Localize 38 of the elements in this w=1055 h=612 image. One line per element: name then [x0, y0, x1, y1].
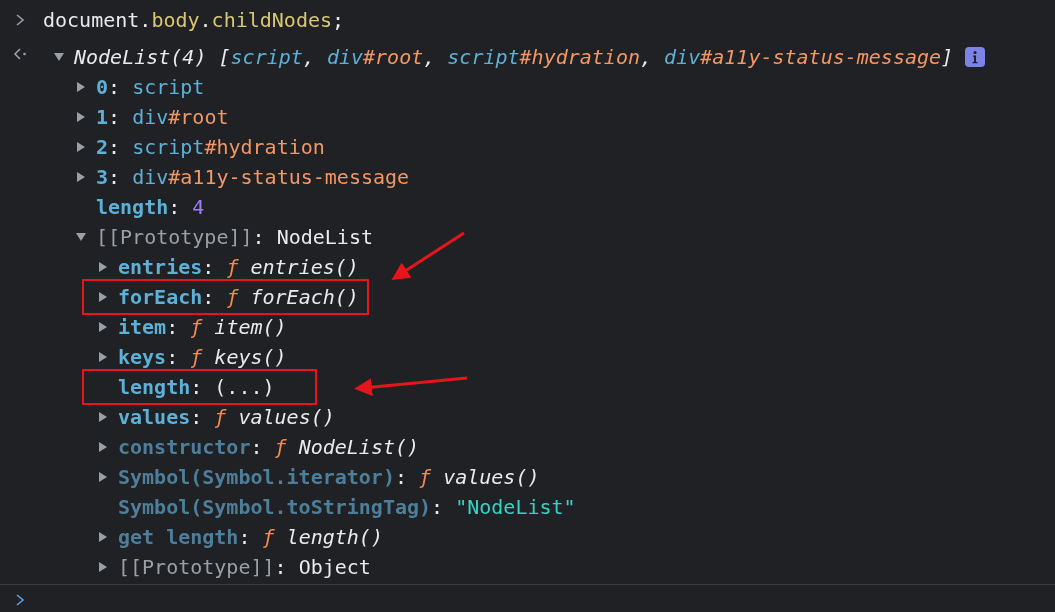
result-icon [13, 48, 27, 60]
console-line: keys: ƒ keys() [118, 344, 287, 371]
expand-toggle-icon[interactable] [98, 442, 108, 452]
console-line: [[Prototype]]: NodeList [96, 224, 373, 251]
console-line: NodeList(4) [script, div#root, script#hydration, div#a11y-status-message] [74, 44, 954, 71]
console-line: values: ƒ values() [118, 404, 335, 431]
expand-toggle-icon[interactable] [98, 562, 108, 572]
console-line: constructor: ƒ NodeList() [118, 434, 420, 461]
info-icon[interactable] [965, 47, 986, 67]
console-line: entries: ƒ entries() [118, 254, 359, 281]
prompt-icon[interactable] [15, 592, 25, 607]
console-line: 0: script [96, 74, 205, 101]
console-line: [[Prototype]]: Object [118, 554, 371, 581]
expand-toggle-icon[interactable] [76, 232, 86, 242]
expand-toggle-icon[interactable] [98, 352, 108, 362]
expand-toggle-icon[interactable] [76, 82, 86, 92]
console-line: Symbol(Symbol.iterator): ƒ values() [118, 464, 540, 491]
expand-toggle-icon[interactable] [98, 412, 108, 422]
console-line: 3: div#a11y-status-message [96, 164, 410, 191]
expand-toggle-icon[interactable] [54, 52, 64, 62]
expand-toggle-icon[interactable] [98, 532, 108, 542]
expand-toggle-icon[interactable] [98, 292, 108, 302]
expand-toggle-icon[interactable] [76, 112, 86, 122]
expand-toggle-icon[interactable] [98, 472, 108, 482]
console-line: get length: ƒ length() [118, 524, 383, 551]
console-line: item: ƒ item() [118, 314, 287, 341]
console-line: 1: div#root [96, 104, 229, 131]
console-line: forEach: ƒ forEach() [118, 284, 359, 311]
console-line: length: 4 [96, 194, 205, 221]
console-line: length: (...) [118, 374, 275, 401]
command-line: document.body.childNodes; [43, 7, 345, 34]
expand-toggle-icon[interactable] [76, 142, 86, 152]
expand-toggle-icon[interactable] [98, 262, 108, 272]
console-line: 2: script#hydration [96, 134, 325, 161]
expand-toggle-icon[interactable] [98, 322, 108, 332]
prompt-icon [15, 13, 25, 27]
expand-toggle-icon[interactable] [76, 172, 86, 182]
console-line: Symbol(Symbol.toStringTag): "NodeList" [118, 494, 576, 521]
